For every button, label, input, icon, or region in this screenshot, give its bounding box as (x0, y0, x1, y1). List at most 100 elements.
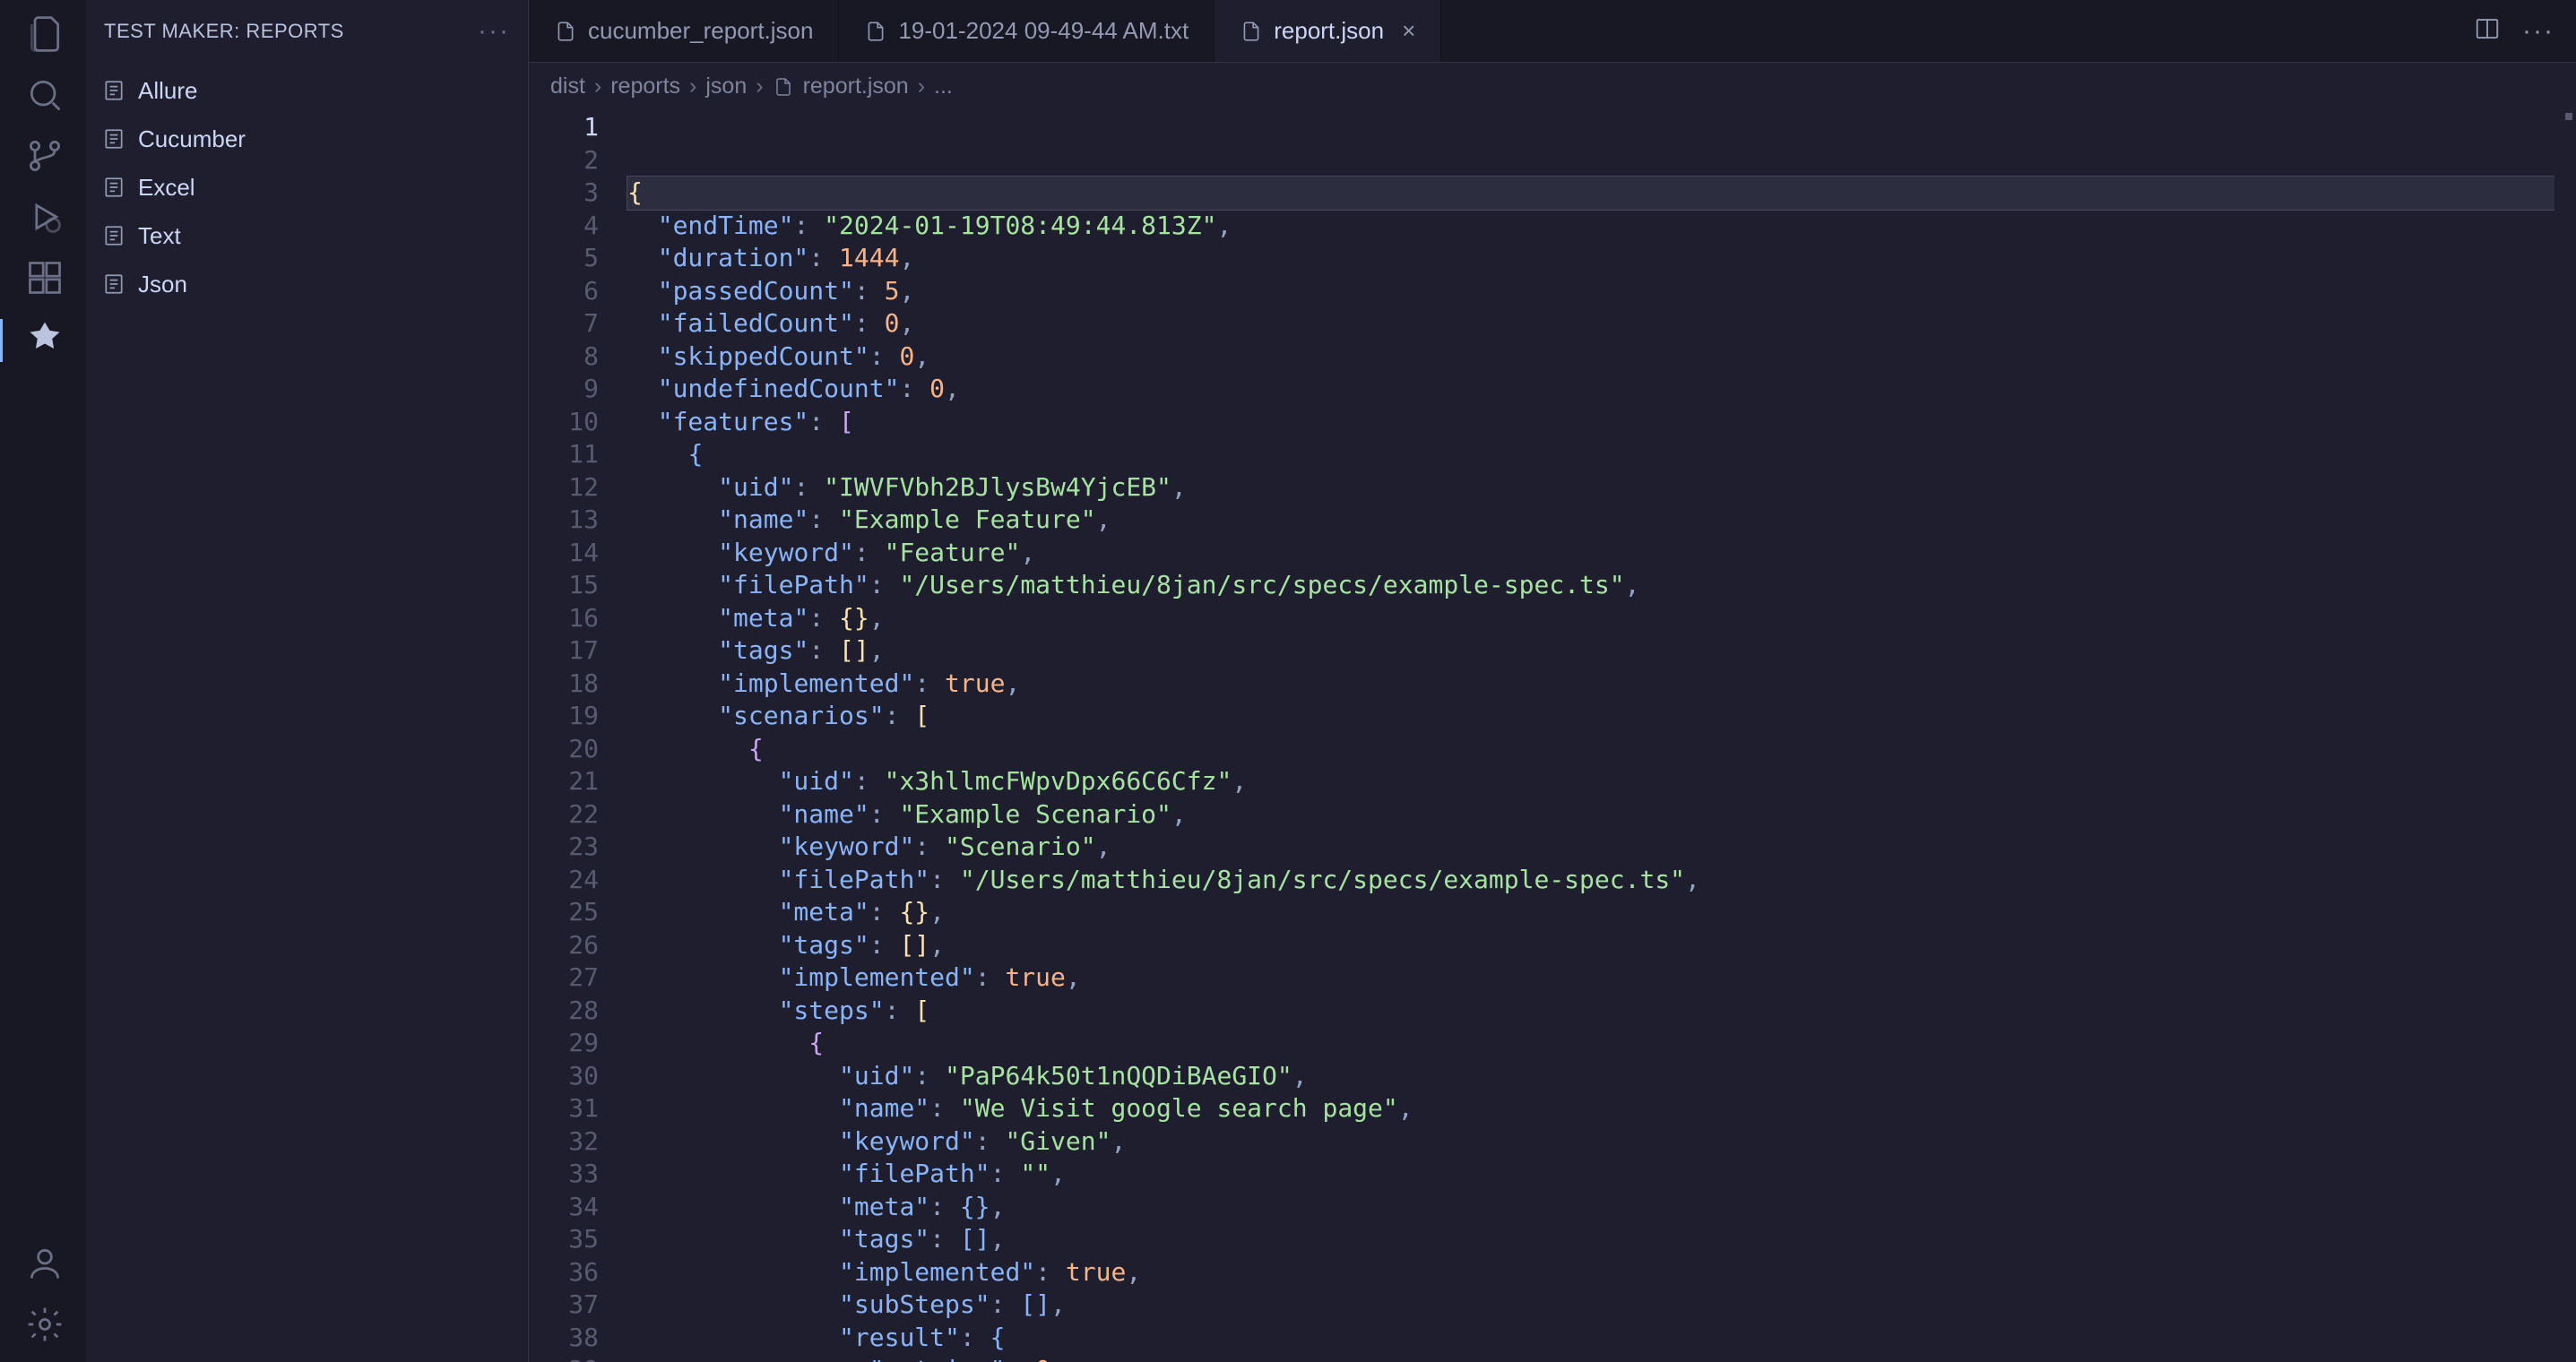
activity-search[interactable] (0, 75, 86, 118)
code-line[interactable]: "keyword": "Given", (627, 1125, 2576, 1159)
code-line[interactable]: "duration": 1444, (627, 242, 2576, 275)
line-number[interactable]: 38 (529, 1322, 599, 1355)
line-number[interactable]: 26 (529, 929, 599, 962)
line-number[interactable]: 24 (529, 864, 599, 897)
code-line[interactable]: "meta": {}, (627, 1191, 2576, 1224)
code-line[interactable]: { (627, 733, 2576, 766)
line-number[interactable]: 27 (529, 961, 599, 995)
activity-extensions[interactable] (0, 258, 86, 301)
sidebar-item-excel[interactable]: Excel (86, 163, 528, 211)
breadcrumb-part[interactable]: json (705, 73, 747, 99)
editor[interactable]: 1234567891011121314151617181920212223242… (529, 109, 2576, 1362)
activity-account[interactable] (0, 1244, 86, 1287)
activity-test-maker[interactable] (0, 319, 86, 362)
line-number[interactable]: 32 (529, 1125, 599, 1159)
code-line[interactable]: "retries": 0, (627, 1354, 2576, 1362)
code-line[interactable]: "name": "Example Feature", (627, 504, 2576, 537)
code-line[interactable]: "result": { (627, 1322, 2576, 1355)
code-line[interactable]: "implemented": true, (627, 1256, 2576, 1289)
code-line[interactable]: "keyword": "Scenario", (627, 831, 2576, 864)
line-number[interactable]: 37 (529, 1289, 599, 1322)
line-number[interactable]: 16 (529, 602, 599, 635)
code-line[interactable]: { (627, 438, 2576, 471)
code-area[interactable]: { "endTime": "2024-01-19T08:49:44.813Z",… (627, 109, 2576, 1362)
line-number[interactable]: 7 (529, 307, 599, 340)
line-number[interactable]: 30 (529, 1060, 599, 1093)
code-line[interactable]: "filePath": "", (627, 1158, 2576, 1191)
code-line[interactable]: "subSteps": [], (627, 1289, 2576, 1322)
line-number[interactable]: 8 (529, 340, 599, 374)
line-number[interactable]: 20 (529, 733, 599, 766)
code-line[interactable]: "endTime": "2024-01-19T08:49:44.813Z", (627, 210, 2576, 243)
code-line[interactable]: "tags": [], (627, 634, 2576, 668)
tab-19-01-2024-09-49-44-am-txt[interactable]: 19-01-2024 09-49-44 AM.txt (839, 0, 1215, 62)
line-number[interactable]: 39 (529, 1354, 599, 1362)
code-line[interactable]: "steps": [ (627, 995, 2576, 1028)
breadcrumb-part[interactable]: ... (934, 73, 953, 99)
code-line[interactable]: "passedCount": 5, (627, 275, 2576, 308)
breadcrumb-part[interactable]: reports (610, 73, 680, 99)
line-number[interactable]: 36 (529, 1256, 599, 1289)
line-number[interactable]: 34 (529, 1191, 599, 1224)
code-line[interactable]: "tags": [], (627, 929, 2576, 962)
line-number[interactable]: 1 (529, 111, 599, 144)
line-number[interactable]: 31 (529, 1092, 599, 1125)
sidebar-item-text[interactable]: Text (86, 211, 528, 260)
line-number[interactable]: 2 (529, 144, 599, 177)
line-number[interactable]: 29 (529, 1027, 599, 1060)
code-line[interactable]: "failedCount": 0, (627, 307, 2576, 340)
code-line[interactable]: "name": "Example Scenario", (627, 798, 2576, 832)
code-line[interactable]: "tags": [], (627, 1223, 2576, 1256)
line-number[interactable]: 21 (529, 765, 599, 798)
line-number[interactable]: 4 (529, 210, 599, 243)
close-icon[interactable]: × (1395, 17, 1415, 45)
breadcrumb-part[interactable]: dist (550, 73, 585, 99)
line-number[interactable]: 22 (529, 798, 599, 832)
code-line[interactable]: "implemented": true, (627, 668, 2576, 701)
sidebar-item-allure[interactable]: Allure (86, 66, 528, 115)
line-number[interactable]: 18 (529, 668, 599, 701)
line-number[interactable]: 19 (529, 700, 599, 733)
activity-explorer[interactable] (0, 14, 86, 57)
line-number[interactable]: 28 (529, 995, 599, 1028)
code-line[interactable]: "uid": "IWVFVbh2BJlysBw4YjcEB", (627, 471, 2576, 504)
code-line[interactable]: { (627, 177, 2576, 210)
breadcrumbs[interactable]: dist›reports›json›report.json›... (529, 63, 2576, 109)
line-number[interactable]: 3 (529, 177, 599, 210)
line-number[interactable]: 33 (529, 1158, 599, 1191)
code-line[interactable]: "name": "We Visit google search page", (627, 1092, 2576, 1125)
tab-report-json[interactable]: report.json× (1215, 0, 1441, 62)
line-number[interactable]: 12 (529, 471, 599, 504)
line-number[interactable]: 13 (529, 504, 599, 537)
code-line[interactable]: "keyword": "Feature", (627, 537, 2576, 570)
line-number[interactable]: 35 (529, 1223, 599, 1256)
line-number[interactable]: 11 (529, 438, 599, 471)
line-number[interactable]: 14 (529, 537, 599, 570)
line-number[interactable]: 10 (529, 406, 599, 439)
sidebar-item-json[interactable]: Json (86, 260, 528, 308)
overview-ruler[interactable] (2554, 109, 2576, 1362)
line-number[interactable]: 17 (529, 634, 599, 668)
sidebar-item-cucumber[interactable]: Cucumber (86, 115, 528, 163)
code-line[interactable]: "filePath": "/Users/matthieu/8jan/src/sp… (627, 864, 2576, 897)
split-editor-button[interactable] (2474, 15, 2501, 47)
line-number[interactable]: 5 (529, 242, 599, 275)
code-line[interactable]: "implemented": true, (627, 961, 2576, 995)
code-line[interactable]: "skippedCount": 0, (627, 340, 2576, 374)
tab-more-button[interactable]: ··· (2522, 16, 2554, 47)
code-line[interactable]: "undefinedCount": 0, (627, 373, 2576, 406)
tab-cucumber-report-json[interactable]: cucumber_report.json (529, 0, 839, 62)
code-line[interactable]: "uid": "PaP64k50t1nQQDiBAeGIO", (627, 1060, 2576, 1093)
code-line[interactable]: "meta": {}, (627, 896, 2576, 929)
code-line[interactable]: "meta": {}, (627, 602, 2576, 635)
sidebar-more-button[interactable]: ··· (478, 16, 510, 47)
code-line[interactable]: "features": [ (627, 406, 2576, 439)
activity-settings[interactable] (0, 1305, 86, 1348)
activity-debug[interactable] (0, 197, 86, 240)
activity-source-control[interactable] (0, 136, 86, 179)
line-number[interactable]: 15 (529, 569, 599, 602)
line-number[interactable]: 9 (529, 373, 599, 406)
code-line[interactable]: { (627, 1027, 2576, 1060)
line-number[interactable]: 25 (529, 896, 599, 929)
breadcrumb-part[interactable]: report.json (803, 73, 909, 99)
